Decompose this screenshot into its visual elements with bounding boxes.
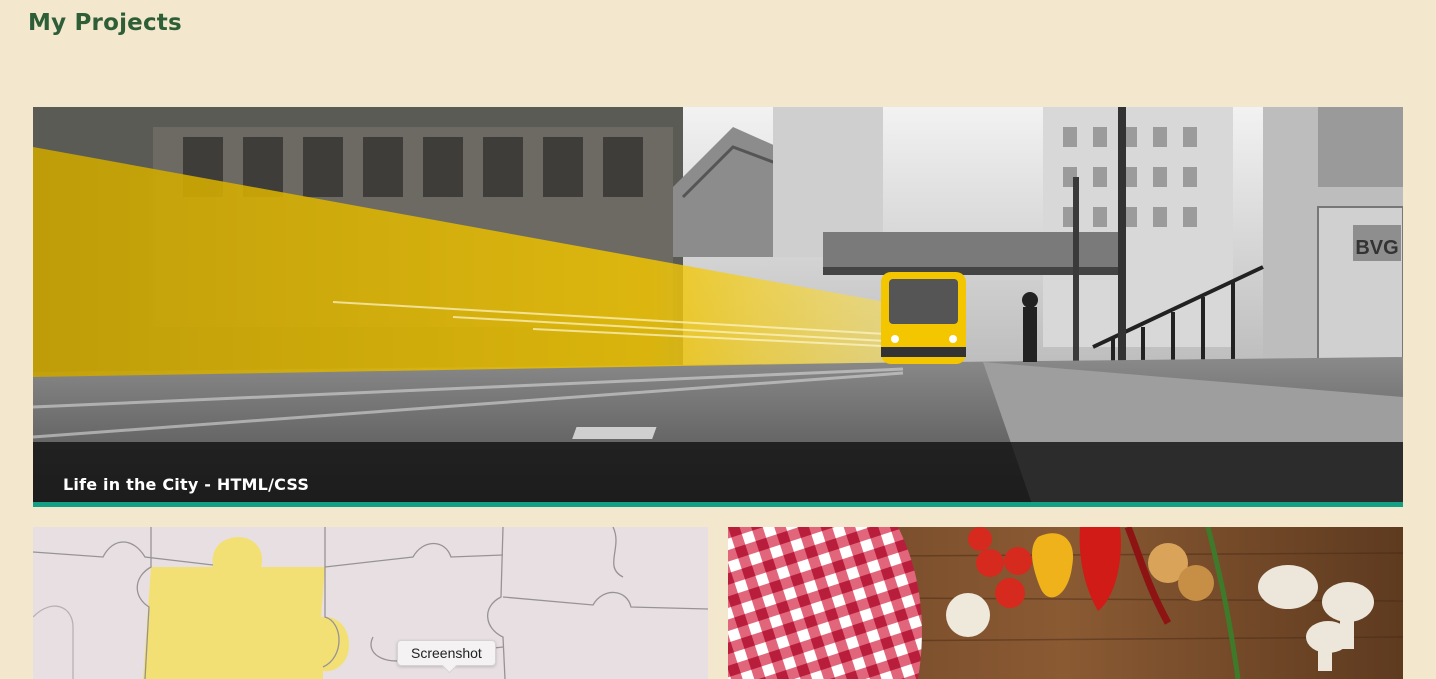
project-card-title[interactable]: Life in the City - HTML/CSS [63,475,309,494]
project-card-accent-bar [33,502,1403,507]
project-card-food[interactable] [728,527,1403,679]
project-card-caption: Life in the City - HTML/CSS [33,442,1403,502]
puzzle-pieces-image [33,527,708,679]
screenshot-tooltip: Screenshot [397,640,496,666]
page: My Projects BVG Life in the City - HTML/… [0,0,1436,679]
project-card-puzzle[interactable] [33,527,708,679]
page-title: My Projects [28,10,182,36]
vegetables-table-image [728,527,1403,679]
project-card-featured[interactable]: BVG Life in the City - HTML/CSS [33,107,1403,507]
bvg-sign-text: BVG [1355,237,1398,259]
